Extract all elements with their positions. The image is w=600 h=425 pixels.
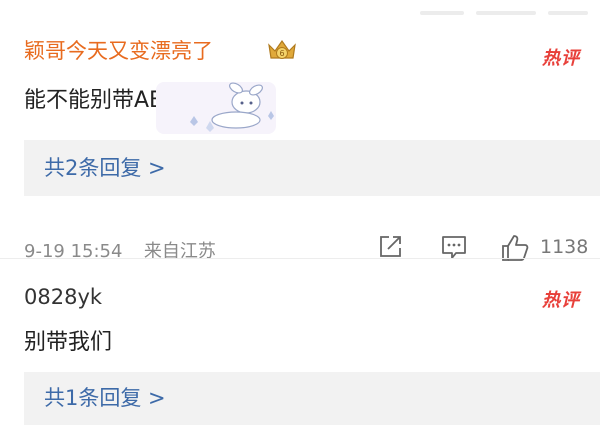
view-replies-button[interactable]: 共2条回复 > <box>24 140 600 196</box>
hot-comment-badge: 热评 <box>542 48 580 69</box>
hot-comment-badge: 热评 <box>542 290 580 311</box>
comment-meta: 9-19 15:54 来自江苏 <box>24 237 216 263</box>
comment-text: 别带我们 <box>24 330 113 355</box>
bunny-sticker-icon <box>156 82 276 134</box>
view-replies-button[interactable]: 共1条回复 > <box>24 372 600 425</box>
comment-divider <box>0 258 600 259</box>
comment-username[interactable]: 0828yk <box>24 284 102 310</box>
comment-text: 能不能别带AB <box>24 88 165 113</box>
crown-badge-icon: 6 <box>268 39 296 59</box>
comment-icon[interactable] <box>440 233 468 261</box>
like-count: 1138 <box>540 236 589 258</box>
share-icon[interactable] <box>376 233 404 261</box>
top-divider <box>420 0 600 15</box>
svg-text:6: 6 <box>279 49 284 58</box>
comment-username[interactable]: 颖哥今天又变漂亮了 <box>24 38 213 64</box>
